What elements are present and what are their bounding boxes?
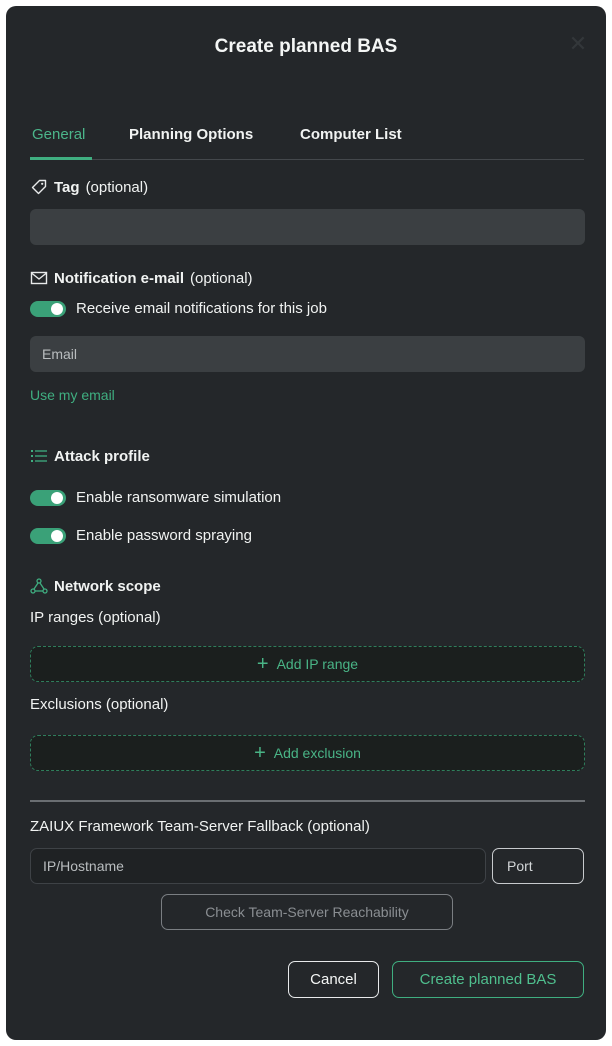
active-tab-indicator <box>30 157 92 160</box>
tab-planning-options[interactable]: Planning Options <box>129 126 253 143</box>
notification-label-text: Notification e-mail <box>54 269 185 287</box>
network-icon <box>30 577 48 595</box>
password-spraying-toggle-row: Enable password spraying <box>30 527 252 544</box>
hostname-input[interactable]: IP/Hostname <box>30 848 486 884</box>
network-scope-label: Network scope <box>30 577 161 595</box>
network-scope-label-text: Network scope <box>54 577 161 595</box>
create-planned-bas-dialog: Create planned BAS ✕ General Planning Op… <box>6 6 606 1040</box>
mail-icon <box>30 269 48 287</box>
section-divider <box>30 800 585 802</box>
password-spraying-toggle-label: Enable password spraying <box>76 527 252 544</box>
tag-input[interactable] <box>30 209 585 245</box>
notification-label: Notification e-mail (optional) <box>30 269 253 287</box>
ransomware-toggle-label: Enable ransomware simulation <box>76 489 282 506</box>
notification-label-suffix: (optional) <box>190 269 253 287</box>
tab-general[interactable]: General <box>32 126 85 143</box>
plus-icon: + <box>256 653 269 675</box>
attack-profile-label: Attack profile <box>30 447 150 465</box>
email-notification-toggle-row: Receive email notifications for this job <box>30 300 327 317</box>
add-exclusion-button[interactable]: + Add exclusion <box>30 735 585 771</box>
tag-label-text: Tag <box>54 178 80 196</box>
close-icon[interactable]: ✕ <box>568 33 588 55</box>
use-my-email-link[interactable]: Use my email <box>30 387 115 403</box>
fallback-label: ZAIUX Framework Team-Server Fallback (op… <box>30 818 370 835</box>
ip-ranges-label: IP ranges (optional) <box>30 609 161 626</box>
password-spraying-toggle[interactable] <box>30 527 66 544</box>
attack-profile-label-text: Attack profile <box>54 447 150 465</box>
tab-computer-list[interactable]: Computer List <box>300 126 402 143</box>
create-planned-bas-button[interactable]: Create planned BAS <box>392 961 584 998</box>
add-exclusion-label: Add exclusion <box>273 745 361 761</box>
list-icon <box>30 447 48 465</box>
plus-icon: + <box>254 742 266 764</box>
email-field[interactable]: Email <box>30 336 585 372</box>
tag-label: Tag (optional) <box>30 178 148 196</box>
port-input[interactable]: Port <box>492 848 584 884</box>
email-notification-toggle[interactable] <box>30 300 66 317</box>
exclusions-label: Exclusions (optional) <box>30 696 169 713</box>
cancel-button[interactable]: Cancel <box>288 961 379 998</box>
ransomware-toggle[interactable] <box>30 489 66 506</box>
check-reachability-button[interactable]: Check Team-Server Reachability <box>161 894 453 930</box>
tab-bar: General Planning Options Computer List <box>30 123 584 160</box>
email-notification-toggle-label: Receive email notifications for this job <box>76 300 327 317</box>
ransomware-toggle-row: Enable ransomware simulation <box>30 489 281 506</box>
add-ip-range-button[interactable]: + Add IP range <box>30 646 585 682</box>
dialog-title: Create planned BAS <box>214 36 398 57</box>
tag-icon <box>30 178 48 196</box>
add-ip-range-label: Add IP range <box>276 656 359 672</box>
tag-label-suffix: (optional) <box>85 178 149 196</box>
